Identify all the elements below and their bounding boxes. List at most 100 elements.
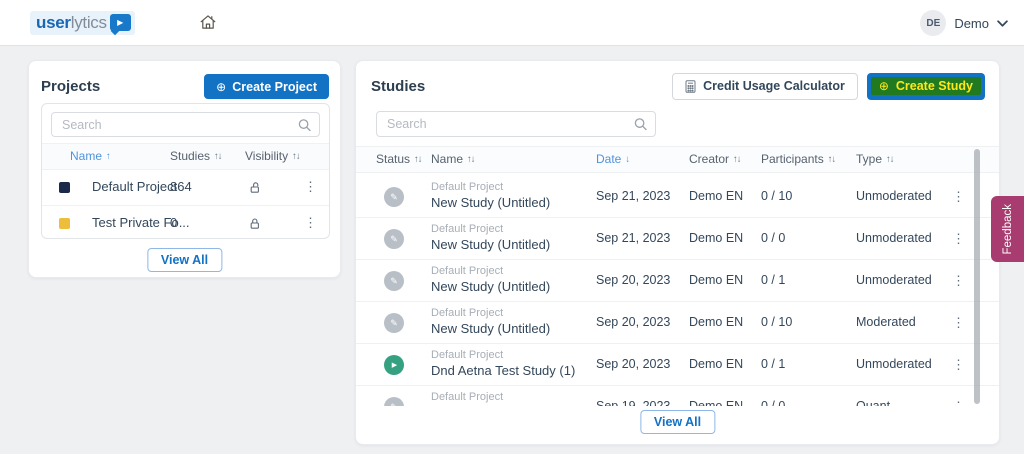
home-icon[interactable] — [199, 13, 217, 31]
study-project: Default Project — [431, 265, 550, 277]
column-header-date[interactable]: Date↓ — [596, 152, 629, 166]
credit-usage-calculator-button[interactable]: Credit Usage Calculator — [672, 73, 858, 100]
row-menu-icon[interactable]: ⋮ — [952, 316, 965, 329]
create-study-label: Create Study — [896, 79, 973, 93]
calculator-icon — [685, 80, 696, 93]
study-date: Sep 21, 2023 — [596, 231, 670, 245]
study-creator: Demo EN — [689, 231, 743, 245]
study-type: Unmoderated — [856, 231, 932, 245]
project-studies-count: 864 — [170, 179, 192, 194]
search-icon — [298, 118, 311, 131]
column-header-visibility[interactable]: Visibility↑↓ — [245, 149, 300, 163]
scrollbar-thumb[interactable] — [974, 149, 980, 404]
studies-search — [376, 111, 656, 137]
top-bar: userlytics ▶ DE Demo — [0, 0, 1024, 46]
study-participants: 0 / 0 — [761, 399, 785, 406]
plus-circle-icon: ⊕ — [879, 79, 889, 93]
projects-view-all-button[interactable]: View All — [147, 248, 222, 272]
project-name: Default Project — [92, 179, 177, 194]
study-date: Sep 21, 2023 — [596, 189, 670, 203]
study-row[interactable]: ▶ Default ProjectDnd Aetna Test Study (1… — [356, 344, 999, 386]
study-row[interactable]: ✎ Default Project Sep 19, 2023 Demo EN 0… — [356, 386, 999, 406]
search-icon — [634, 118, 647, 131]
study-name: New Study (Untitled) — [431, 237, 550, 252]
studies-header: Studies Credit Usage Calculator ⊕ Create… — [371, 72, 985, 100]
project-row[interactable]: Test Private Fo... 0 ⋮ — [42, 205, 329, 239]
study-type: Quant — [856, 399, 890, 406]
study-creator: Demo EN — [689, 357, 743, 371]
studies-rows: ✎ Default Project New Study (Untitled) Se… — [356, 176, 999, 406]
logo-play-bubble-icon: ▶ — [110, 14, 131, 31]
studies-column-headers: Status↑↓ Name↑↓ Date↓ Creator↑↓ Particip… — [356, 146, 999, 173]
studies-title: Studies — [371, 78, 425, 95]
userlytics-logo[interactable]: userlytics ▶ — [30, 11, 135, 35]
row-menu-icon[interactable]: ⋮ — [304, 216, 317, 229]
study-row[interactable]: ✎ Default Project New Study (Untitled) Se… — [356, 302, 999, 344]
create-study-button[interactable]: ⊕ Create Study — [867, 73, 985, 100]
study-row[interactable]: ✎ Default ProjectNew Study (Untitled) Se… — [356, 176, 999, 218]
status-draft-icon: ✎ — [384, 313, 404, 333]
row-menu-icon[interactable]: ⋮ — [952, 232, 965, 245]
study-row[interactable]: ✎ Default ProjectNew Study (Untitled) Se… — [356, 218, 999, 260]
feedback-tab[interactable]: Feedback — [991, 196, 1024, 262]
projects-title: Projects — [41, 78, 100, 95]
study-project: Default Project — [431, 307, 550, 319]
column-header-studies[interactable]: Studies↑↓ — [170, 149, 222, 163]
row-menu-icon[interactable]: ⋮ — [952, 400, 965, 406]
study-creator: Demo EN — [689, 273, 743, 287]
study-name: New Study (Untitled) — [431, 279, 550, 294]
column-header-creator[interactable]: Creator↑↓ — [689, 152, 741, 166]
column-header-name[interactable]: Name↑↓ — [431, 152, 475, 166]
studies-panel: Studies Credit Usage Calculator ⊕ Create… — [355, 60, 1000, 445]
project-row[interactable]: Default Project 864 ⋮ — [42, 170, 329, 205]
study-participants: 0 / 1 — [761, 357, 785, 371]
projects-search — [51, 112, 320, 137]
study-project: Default Project — [431, 181, 550, 193]
projects-panel: Projects ⊕ Create Project Name↑ Studies↑… — [28, 60, 341, 278]
row-menu-icon[interactable]: ⋮ — [304, 180, 317, 193]
studies-search-input[interactable] — [376, 111, 656, 137]
study-type: Unmoderated — [856, 189, 932, 203]
row-menu-icon[interactable]: ⋮ — [952, 190, 965, 203]
study-type: Unmoderated — [856, 357, 932, 371]
study-participants: 0 / 0 — [761, 231, 785, 245]
study-date: Sep 20, 2023 — [596, 315, 670, 329]
projects-search-input[interactable] — [51, 112, 320, 137]
study-creator: Demo EN — [689, 189, 743, 203]
sort-icon: ↑↓ — [214, 151, 222, 162]
logo-text: userlytics — [36, 13, 107, 33]
create-project-button[interactable]: ⊕ Create Project — [204, 74, 329, 99]
study-date: Sep 20, 2023 — [596, 357, 670, 371]
logo-text-lytics: lytics — [71, 13, 107, 32]
sort-desc-icon: ↓ — [625, 154, 629, 165]
column-header-name[interactable]: Name↑ — [70, 149, 110, 163]
user-name: Demo — [954, 16, 989, 31]
user-menu[interactable]: DE Demo — [920, 0, 1008, 46]
sort-icon: ↑↓ — [414, 154, 422, 165]
row-menu-icon[interactable]: ⋮ — [952, 274, 965, 287]
study-row[interactable]: ✎ Default ProjectNew Study (Untitled) Se… — [356, 260, 999, 302]
row-menu-icon[interactable]: ⋮ — [952, 358, 965, 371]
chevron-down-icon — [997, 20, 1008, 27]
plus-circle-icon: ⊕ — [216, 80, 226, 94]
column-header-participants[interactable]: Participants↑↓ — [761, 152, 835, 166]
study-name: Dnd Aetna Test Study (1) — [431, 363, 575, 378]
studies-view-all-button[interactable]: View All — [640, 410, 715, 434]
feedback-label: Feedback — [1002, 204, 1014, 255]
study-creator: Demo EN — [689, 399, 743, 406]
userlytics-dashboard: userlytics ▶ DE Demo Projects ⊕ Create P… — [0, 0, 1024, 454]
status-active-icon: ▶ — [384, 355, 404, 375]
logo-text-user: user — [36, 13, 71, 32]
study-name: New Study (Untitled) — [431, 321, 550, 336]
status-draft-icon: ✎ — [384, 229, 404, 249]
study-date: Sep 19, 2023 — [596, 399, 670, 406]
study-type: Moderated — [856, 315, 916, 329]
project-color-swatch — [59, 182, 70, 193]
column-header-status[interactable]: Status↑↓ — [376, 152, 422, 166]
study-project: Default Project — [431, 391, 503, 403]
lock-icon — [249, 217, 261, 235]
column-header-type[interactable]: Type↑↓ — [856, 152, 894, 166]
sort-icon: ↑↓ — [828, 154, 836, 165]
create-project-label: Create Project — [232, 80, 317, 94]
sort-icon: ↑↓ — [886, 154, 894, 165]
